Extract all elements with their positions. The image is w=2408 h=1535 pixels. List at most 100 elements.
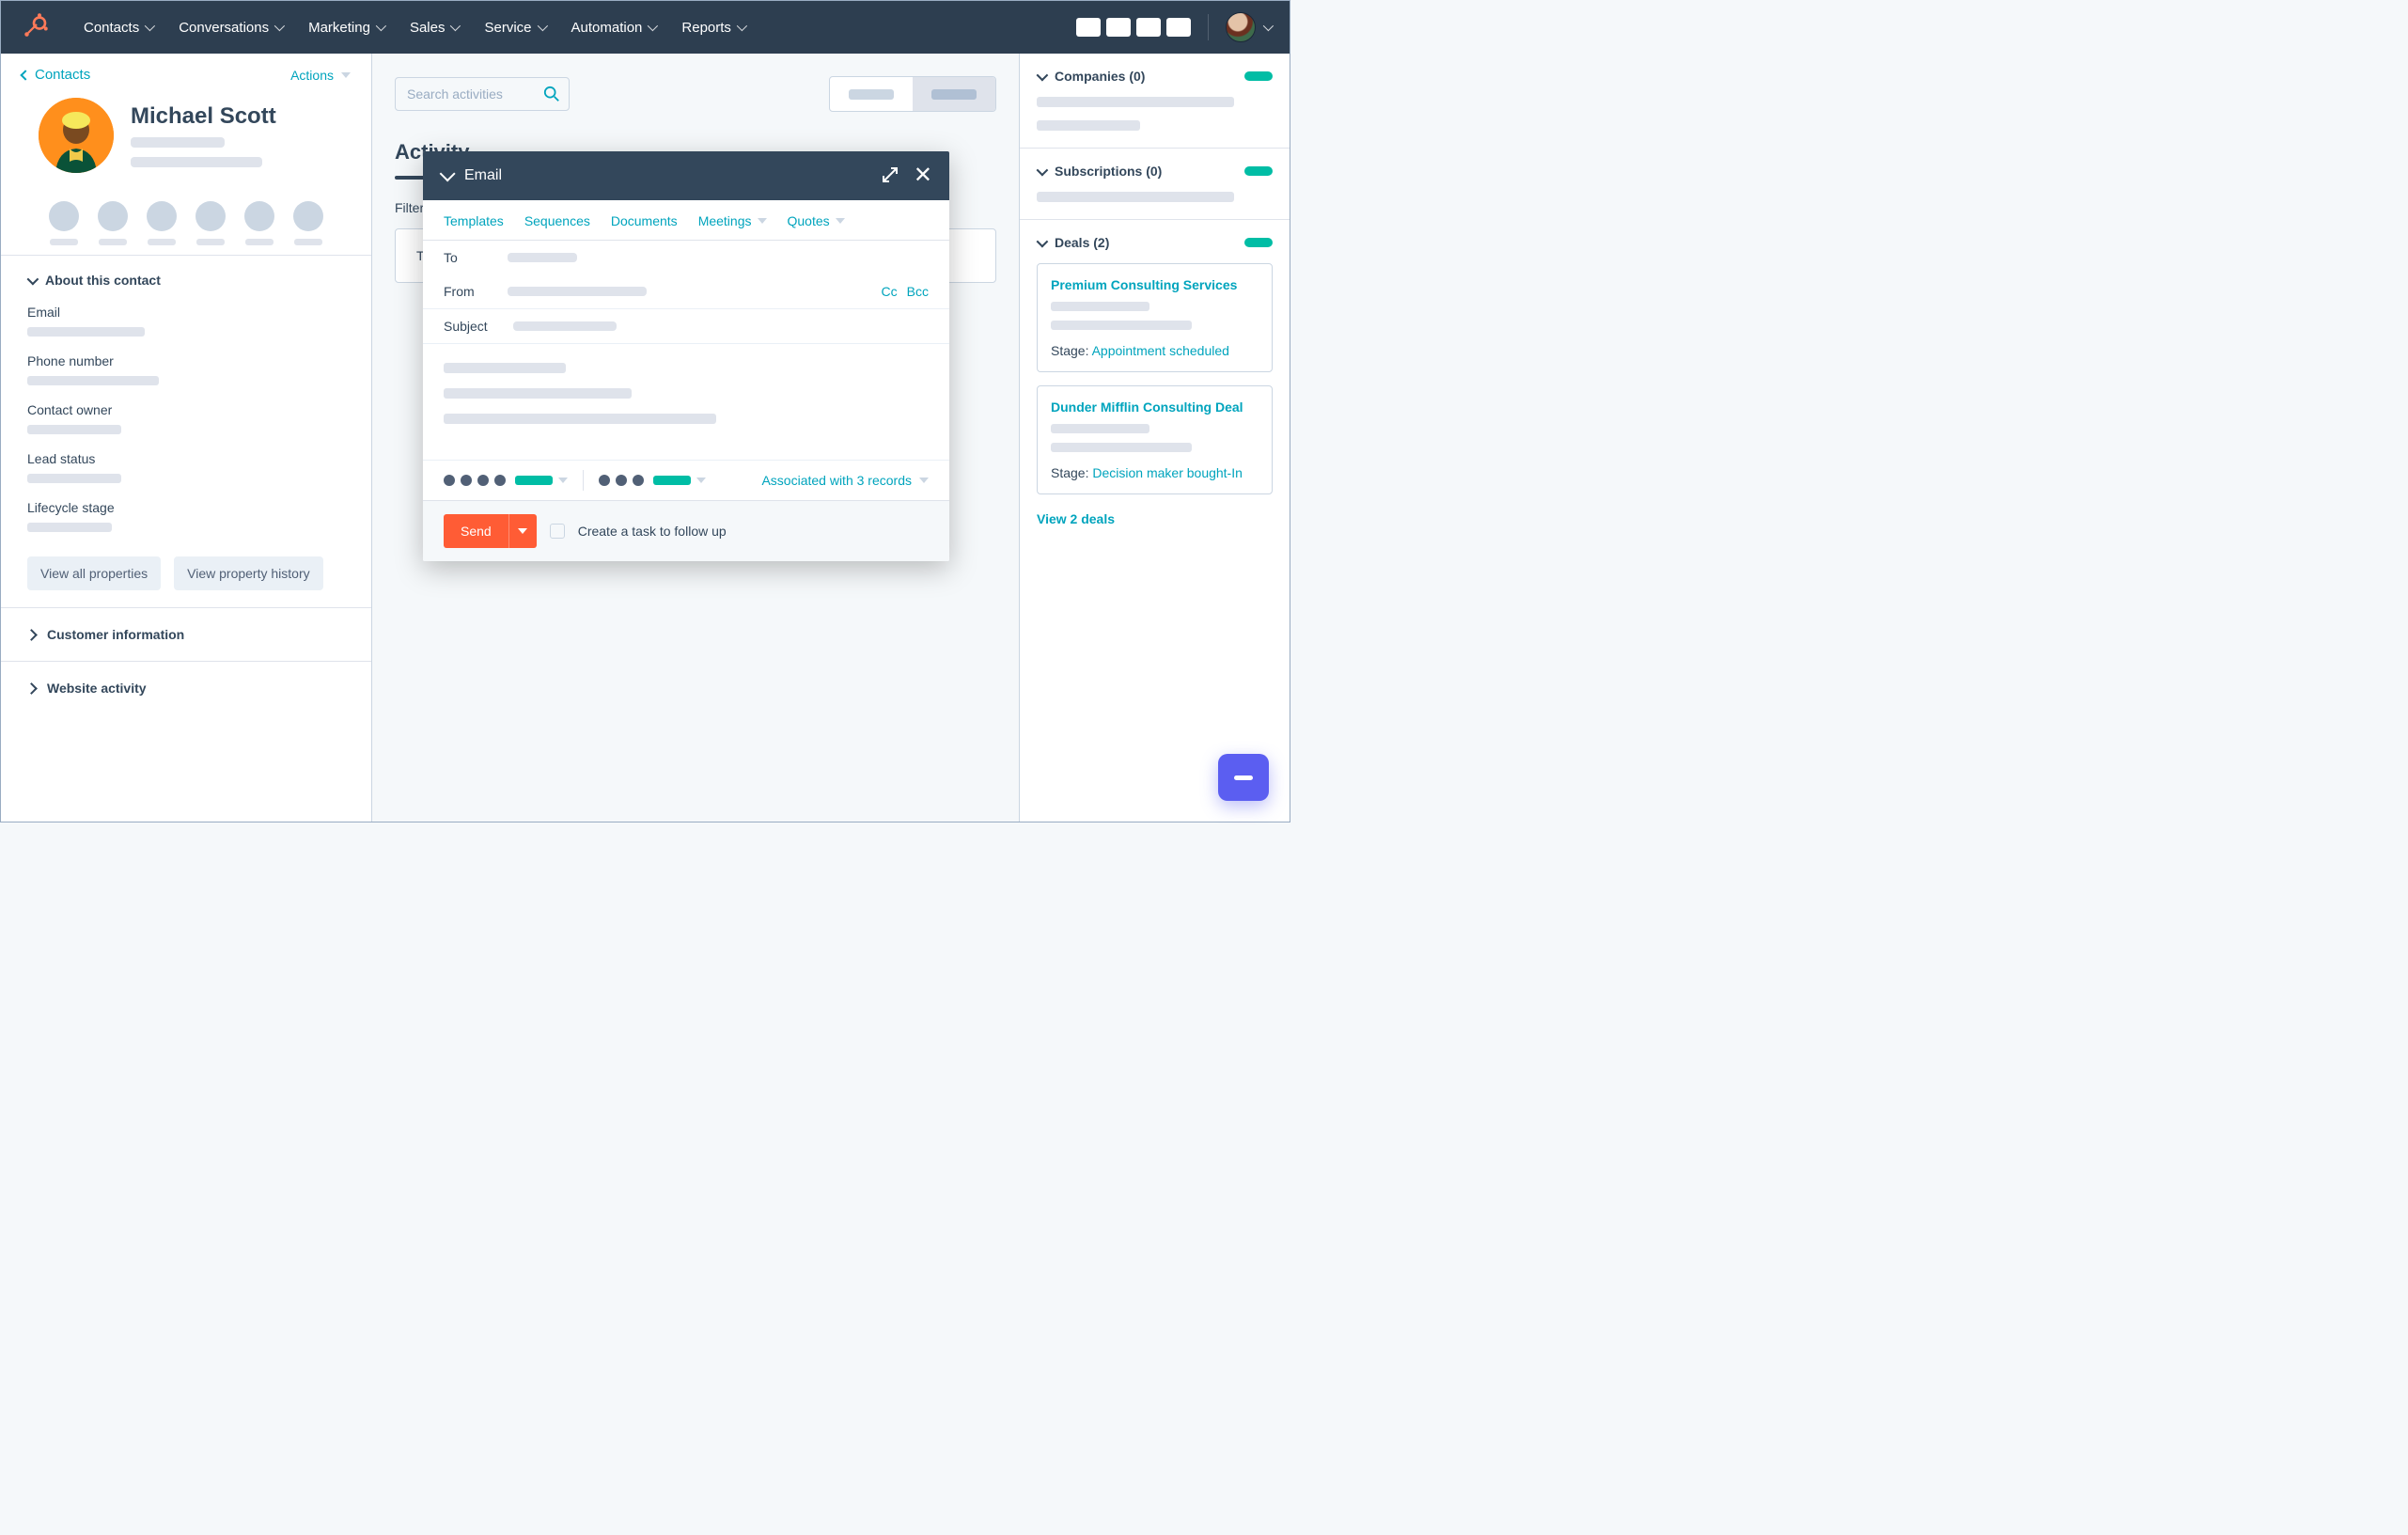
deal-stage-value: Appointment scheduled (1092, 343, 1229, 358)
chevron-right-icon (25, 682, 38, 695)
nav-account-menu[interactable] (1226, 12, 1271, 42)
field-lifecycle-label: Lifecycle stage (27, 500, 345, 515)
nav-marketing[interactable]: Marketing (295, 14, 397, 41)
chevron-down-icon (1037, 235, 1049, 247)
toolbar-format-2[interactable] (461, 475, 472, 486)
companies-panel-toggle[interactable]: Companies (0) (1037, 69, 1273, 84)
search-icon[interactable] (543, 86, 560, 105)
caret-down-icon (696, 478, 706, 483)
nav-utility-button-1[interactable] (1076, 18, 1101, 37)
templates-tab[interactable]: Templates (444, 213, 504, 228)
close-icon[interactable]: ✕ (914, 164, 932, 187)
website-activity-toggle[interactable]: Website activity (1, 661, 371, 714)
quotes-tab[interactable]: Quotes (788, 213, 845, 228)
chevron-down-icon (450, 21, 461, 31)
minimize-icon[interactable] (440, 165, 456, 181)
nav-utility-button-3[interactable] (1136, 18, 1161, 37)
modal-title: Email (464, 167, 502, 184)
actions-dropdown[interactable]: Actions (290, 68, 351, 83)
associated-records-dropdown[interactable]: Associated with 3 records (761, 473, 929, 488)
chat-icon (1234, 775, 1253, 780)
create-task-checkbox[interactable] (550, 524, 565, 539)
toolbar-insert-2[interactable] (616, 475, 627, 486)
nav-automation[interactable]: Automation (558, 14, 669, 41)
panel-action-badge[interactable] (1244, 238, 1273, 247)
to-field[interactable] (508, 253, 577, 262)
customer-information-toggle[interactable]: Customer information (1, 607, 371, 661)
caret-down-icon (558, 478, 568, 483)
activity-view-toggle (829, 76, 996, 112)
field-phone-value[interactable] (27, 376, 159, 385)
cc-link[interactable]: Cc (882, 284, 898, 299)
nav-service[interactable]: Service (471, 14, 557, 41)
user-avatar (1226, 12, 1256, 42)
toolbar-format-3[interactable] (477, 475, 489, 486)
toolbar-dropdown-2[interactable] (653, 476, 691, 485)
subject-field[interactable] (513, 321, 617, 331)
chat-launcher[interactable] (1218, 754, 1269, 801)
field-lead-value[interactable] (27, 474, 121, 483)
chevron-down-icon (376, 21, 386, 31)
panel-action-badge[interactable] (1244, 166, 1273, 176)
hubspot-logo[interactable] (20, 13, 48, 41)
quick-action-5[interactable] (244, 201, 274, 245)
meetings-tab[interactable]: Meetings (698, 213, 767, 228)
deal-card-1[interactable]: Premium Consulting Services Stage: Appoi… (1037, 263, 1273, 372)
nav-contacts[interactable]: Contacts (70, 14, 165, 41)
from-field[interactable] (508, 287, 647, 296)
deal-title: Premium Consulting Services (1051, 277, 1259, 292)
nav-conversations[interactable]: Conversations (165, 14, 295, 41)
create-task-label: Create a task to follow up (578, 524, 727, 539)
field-phone-label: Phone number (27, 353, 345, 368)
quick-action-6[interactable] (293, 201, 323, 245)
field-owner-label: Contact owner (27, 402, 345, 417)
view-all-deals-link[interactable]: View 2 deals (1037, 511, 1273, 526)
toolbar-insert-3[interactable] (633, 475, 644, 486)
nav-divider (1208, 14, 1209, 40)
nav-utility-button-4[interactable] (1166, 18, 1191, 37)
chevron-right-icon (25, 629, 38, 641)
back-to-contacts[interactable]: Contacts (22, 67, 90, 83)
quick-action-1[interactable] (49, 201, 79, 245)
view-property-history-button[interactable]: View property history (174, 556, 322, 590)
nav-reports[interactable]: Reports (668, 14, 758, 41)
caret-down-icon (341, 72, 351, 78)
quick-action-4[interactable] (195, 201, 226, 245)
contact-avatar[interactable] (39, 98, 114, 173)
chevron-down-icon (27, 273, 39, 285)
about-this-contact-toggle[interactable]: About this contact (27, 273, 345, 288)
quick-action-3[interactable] (147, 201, 177, 245)
left-panel: Contacts Actions (1, 54, 372, 822)
deal-stage-key: Stage: (1051, 465, 1092, 480)
nav-utility-button-2[interactable] (1106, 18, 1131, 37)
nav-sales[interactable]: Sales (397, 14, 472, 41)
sequences-tab[interactable]: Sequences (524, 213, 590, 228)
expand-icon[interactable] (882, 166, 899, 186)
toolbar-format-1[interactable] (444, 475, 455, 486)
view-all-properties-button[interactable]: View all properties (27, 556, 161, 590)
field-owner-value[interactable] (27, 425, 121, 434)
bcc-link[interactable]: Bcc (907, 284, 929, 299)
quick-action-2[interactable] (98, 201, 128, 245)
panel-action-badge[interactable] (1244, 71, 1273, 81)
email-body-editor[interactable] (423, 343, 949, 460)
field-lifecycle-value[interactable] (27, 523, 112, 532)
chevron-down-icon (145, 21, 155, 31)
quick-action-row (1, 188, 371, 255)
email-editor-toolbar: Associated with 3 records (423, 460, 949, 500)
toolbar-insert-1[interactable] (599, 475, 610, 486)
send-options-dropdown[interactable] (508, 514, 537, 548)
toolbar-dropdown-1[interactable] (515, 476, 553, 485)
placeholder (1037, 97, 1234, 107)
chevron-down-icon (1037, 69, 1049, 81)
documents-tab[interactable]: Documents (611, 213, 678, 228)
deal-card-2[interactable]: Dunder Mifflin Consulting Deal Stage: De… (1037, 385, 1273, 494)
toggle-right[interactable] (913, 77, 995, 111)
toggle-left[interactable] (830, 77, 913, 111)
send-button[interactable]: Send (444, 514, 508, 548)
subscriptions-panel-toggle[interactable]: Subscriptions (0) (1037, 164, 1273, 179)
field-lead-label: Lead status (27, 451, 345, 466)
field-email-value[interactable] (27, 327, 145, 337)
toolbar-format-4[interactable] (494, 475, 506, 486)
deals-panel-toggle[interactable]: Deals (2) (1037, 235, 1273, 250)
